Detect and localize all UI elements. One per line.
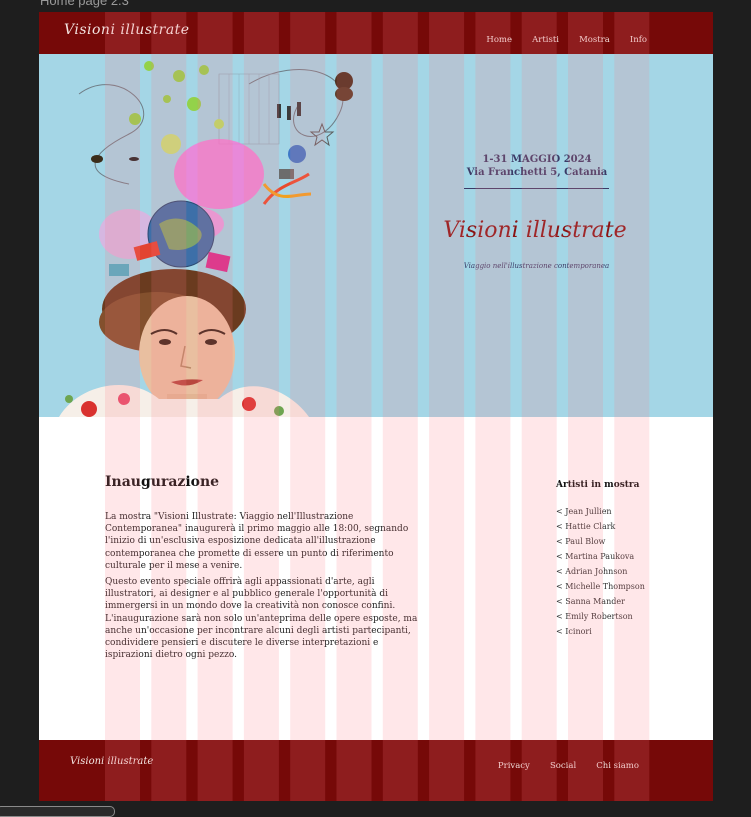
- nav-artisti-link[interactable]: Artisti: [532, 35, 559, 45]
- artists-list: < Jean Jullien < Hattie Clark < Paul Blo…: [556, 504, 645, 639]
- page-artboard: Visioni illustrate Home Artisti Mostra I…: [39, 12, 713, 801]
- artist-link[interactable]: < Paul Blow: [556, 534, 645, 549]
- artist-link[interactable]: < Emily Robertson: [556, 609, 645, 624]
- event-date: 1-31 MAGGIO 2024: [482, 154, 592, 165]
- footer-brand[interactable]: Visioni illustrate: [70, 756, 153, 767]
- event-date-location: 1-31 MAGGIO 2024 Via Franchetti 5, Catan…: [465, 153, 609, 179]
- hero-subtitle: Viaggio nell'illustrazione contemporanea: [463, 262, 610, 270]
- footer-social-link[interactable]: Social: [550, 761, 576, 771]
- footer-privacy-link[interactable]: Privacy: [498, 761, 530, 771]
- inauguration-text: La mostra "Visioni Illustrate: Viaggio n…: [105, 511, 420, 665]
- brand-logo[interactable]: Visioni illustrate: [64, 22, 190, 38]
- artist-link[interactable]: < Martina Paukova: [556, 549, 645, 564]
- artist-link[interactable]: < Jean Jullien: [556, 504, 645, 519]
- footer-chi-siamo-link[interactable]: Chi siamo: [596, 761, 639, 771]
- nav-info-link[interactable]: Info: [630, 35, 647, 45]
- inauguration-heading: Inaugurazione: [105, 474, 220, 490]
- hero-divider: [464, 188, 609, 189]
- artist-link[interactable]: < Sanna Mander: [556, 594, 645, 609]
- inauguration-paragraph: La mostra "Visioni Illustrate: Viaggio n…: [105, 512, 409, 571]
- artist-link[interactable]: < Michelle Thompson: [556, 579, 645, 594]
- inauguration-paragraph: Questo evento speciale offrirà agli appa…: [105, 577, 418, 661]
- artist-link[interactable]: < Hattie Clark: [556, 519, 645, 534]
- hero-title: Visioni illustrate: [443, 218, 627, 243]
- site-header: Visioni illustrate Home Artisti Mostra I…: [39, 12, 713, 54]
- artist-link[interactable]: < Adrian Johnson: [556, 564, 645, 579]
- horizontal-scrollbar[interactable]: [0, 806, 115, 817]
- artists-heading: Artisti in mostra: [556, 480, 640, 490]
- frame-label: Home page 2.3: [40, 0, 129, 8]
- hero-banner: 1-31 MAGGIO 2024 Via Franchetti 5, Catan…: [39, 54, 713, 417]
- artist-link[interactable]: < Icinori: [556, 624, 645, 639]
- main-nav: Home Artisti Mostra Info: [471, 27, 647, 46]
- nav-home-link[interactable]: Home: [486, 35, 512, 45]
- nav-mostra-link[interactable]: Mostra: [579, 35, 610, 45]
- footer-nav: Privacy Social Chi siamo: [483, 753, 639, 772]
- main-content: Inaugurazione La mostra "Visioni Illustr…: [39, 417, 713, 740]
- site-footer: Visioni illustrate Privacy Social Chi si…: [39, 740, 713, 801]
- event-location: Via Franchetti 5, Catania: [466, 167, 608, 178]
- hero-collage-image: [59, 61, 353, 417]
